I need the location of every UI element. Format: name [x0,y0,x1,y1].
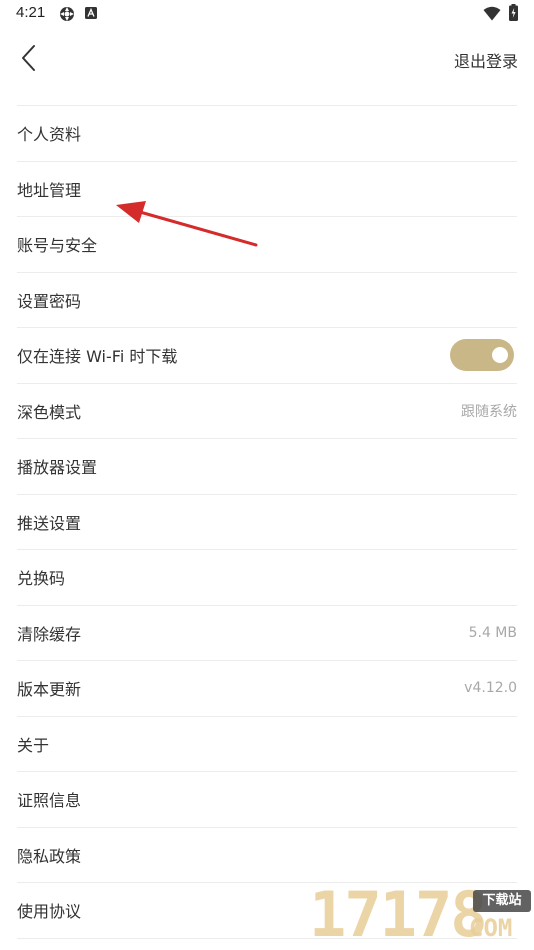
settings-screen: 4:21 退出登录 个人资料 地址管理 账号与安全 设置密码 仅在连接 Wi-F… [0,0,534,950]
settings-item-redeem-code[interactable]: 兑换码 [17,550,517,606]
wifi-download-toggle[interactable] [450,339,514,372]
cache-size-value: 5.4 MB [468,624,517,641]
settings-item-privacy-policy[interactable]: 隐私政策 [17,828,517,883]
settings-item-address[interactable]: 地址管理 [17,162,517,217]
settings-item-set-password[interactable]: 设置密码 [17,273,517,328]
settings-item-label: 账号与安全 [17,236,98,256]
settings-item-clear-cache[interactable]: 清除缓存 5.4 MB [17,606,517,661]
logout-button[interactable]: 退出登录 [454,48,518,72]
notification-a-icon [85,7,97,19]
settings-item-label: 个人资料 [17,125,82,145]
settings-item-about[interactable]: 关于 [17,717,517,772]
battery-charging-icon [509,4,518,21]
status-time: 4:21 [16,4,46,21]
settings-item-label: 兑换码 [17,569,66,589]
chevron-left-icon [22,45,35,71]
settings-item-label: 推送设置 [17,513,82,533]
settings-item-player[interactable]: 播放器设置 [17,439,517,495]
header: 退出登录 [0,28,534,88]
settings-item-label: 使用协议 [17,902,82,922]
settings-item-wifi-download: 仅在连接 Wi-Fi 时下载 [17,328,517,384]
settings-gear-icon [60,7,74,21]
settings-item-label: 隐私政策 [17,846,82,866]
wifi-icon [483,6,501,21]
status-bar: 4:21 [0,0,534,28]
settings-item-account-security[interactable]: 账号与安全 [17,217,517,273]
settings-item-label: 关于 [17,735,50,755]
settings-item-label: 清除缓存 [17,624,82,644]
settings-item-label: 地址管理 [17,180,82,200]
settings-item-label: 证照信息 [17,791,82,811]
settings-item-label: 深色模式 [17,402,82,422]
settings-item-profile[interactable]: 个人资料 [17,106,517,162]
settings-item-license-info[interactable]: 证照信息 [17,772,517,828]
settings-item-push[interactable]: 推送设置 [17,495,517,550]
settings-item-label: 播放器设置 [17,458,98,478]
settings-item-label: 设置密码 [17,291,82,311]
dark-mode-value: 跟随系统 [461,403,517,420]
settings-item-user-agreement[interactable]: 使用协议 [17,883,517,939]
version-value: v4.12.0 [464,680,517,697]
settings-item-label: 仅在连接 Wi-Fi 时下载 [17,347,178,367]
toggle-knob [492,347,508,364]
settings-item-version-update[interactable]: 版本更新 v4.12.0 [17,661,517,717]
settings-item-dark-mode[interactable]: 深色模式 跟随系统 [17,384,517,439]
settings-list: 个人资料 地址管理 账号与安全 设置密码 仅在连接 Wi-Fi 时下载 深色模式… [17,105,517,939]
settings-item-label: 版本更新 [17,680,82,700]
back-button[interactable] [14,42,44,74]
